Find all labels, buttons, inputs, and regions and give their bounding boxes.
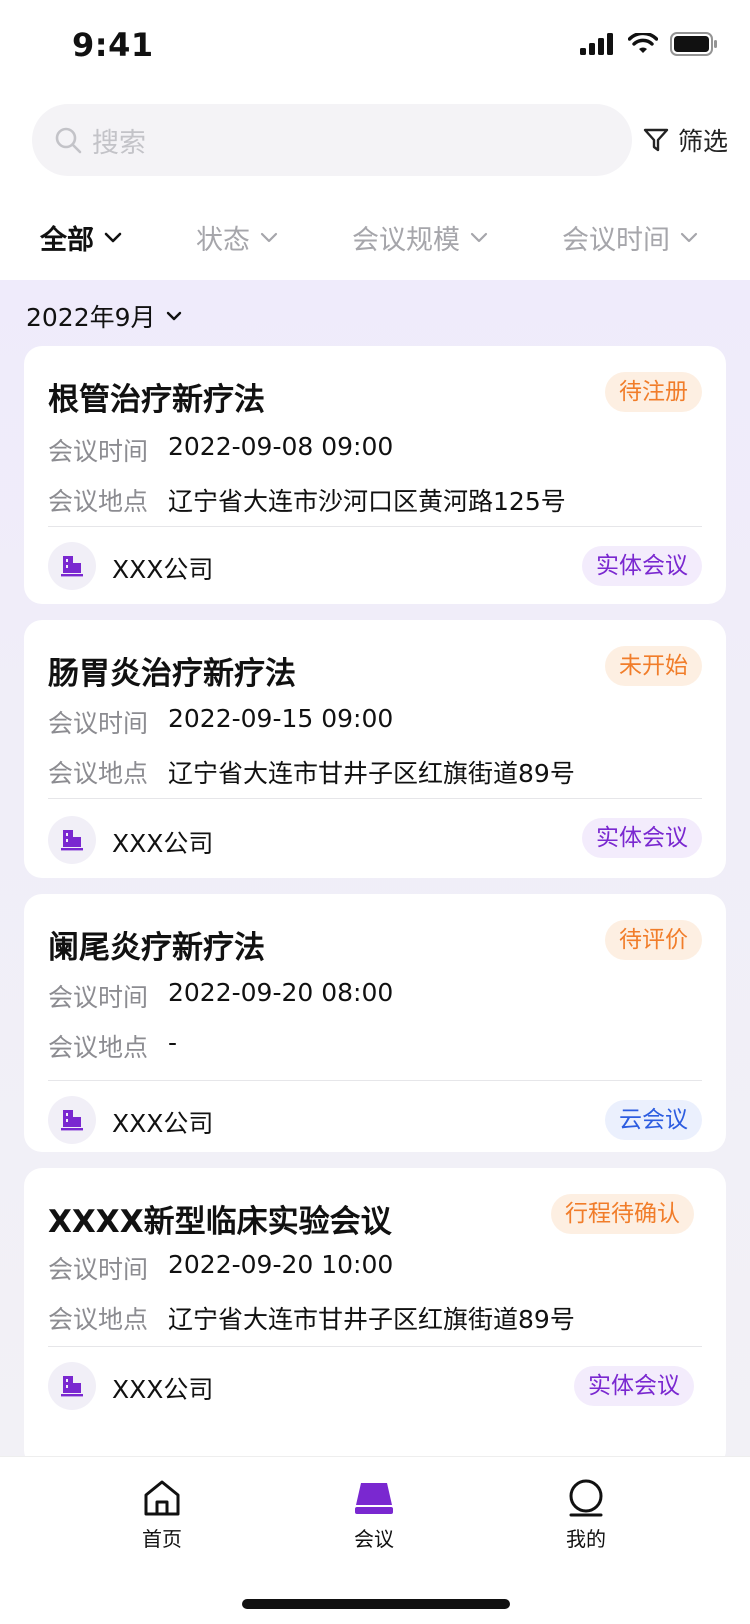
filter-label: 筛选 xyxy=(678,127,729,156)
meeting-time-key: 会议时间 xyxy=(48,1255,149,1284)
battery-icon xyxy=(670,32,717,56)
meeting-card[interactable]: 阑尾炎疗新疗法 待评价 会议时间 2022-09-20 08:00 会议地点 -… xyxy=(24,894,726,1152)
meeting-card[interactable]: 根管治疗新疗法 待注册 会议时间 2022-09-08 09:00 会议地点 辽… xyxy=(24,346,726,604)
nav-label: 首页 xyxy=(142,1527,182,1551)
org-avatar xyxy=(48,1096,96,1144)
tab-label: 会议时间 xyxy=(562,225,670,256)
chevron-down-icon xyxy=(470,232,488,242)
divider xyxy=(48,1080,702,1081)
chevron-down-icon xyxy=(104,232,122,242)
chevron-down-icon xyxy=(166,311,181,320)
meeting-title: 肠胃炎治疗新疗法 xyxy=(48,656,296,692)
meeting-place-key: 会议地点 xyxy=(48,759,149,788)
meeting-time-key: 会议时间 xyxy=(48,709,149,738)
meeting-time-value: 2022-09-20 08:00 xyxy=(168,978,394,1007)
meeting-list-area[interactable]: 2022年9月 根管治疗新疗法 待注册 会议时间 2022-09-08 09:0… xyxy=(0,280,750,1456)
meeting-place-value: - xyxy=(168,1028,178,1057)
search-input[interactable]: 搜索 xyxy=(32,104,632,176)
tab-label: 全部 xyxy=(40,225,94,256)
meeting-time-key: 会议时间 xyxy=(48,983,149,1012)
nav-item-meeting[interactable]: 会议 xyxy=(314,1479,434,1552)
meeting-place-value: 辽宁省大连市甘井子区红旗街道89号 xyxy=(168,759,575,788)
meeting-card[interactable]: XXXX新型临床实验会议 行程待确认 会议时间 2022-09-20 10:00… xyxy=(24,1168,726,1456)
meeting-time-value: 2022-09-08 09:00 xyxy=(168,432,394,461)
chevron-down-icon xyxy=(680,232,698,242)
org-name: XXX公司 xyxy=(112,829,214,858)
nav-item-profile[interactable]: 我的 xyxy=(526,1479,646,1552)
nav-label: 会议 xyxy=(354,1527,394,1551)
meeting-time-row: 会议时间 2022-09-20 08:00 xyxy=(48,978,393,1014)
meeting-time-value: 2022-09-15 09:00 xyxy=(168,704,394,733)
meeting-time-row: 会议时间 2022-09-15 09:00 xyxy=(48,704,393,740)
filter-tabs: 全部 状态 会议规模 会议时间 xyxy=(0,190,750,280)
nav-label: 我的 xyxy=(566,1527,606,1551)
tab-meeting-time[interactable]: 会议时间 xyxy=(562,218,698,257)
profile-icon xyxy=(569,1479,603,1517)
wifi-icon xyxy=(628,33,658,53)
org-name: XXX公司 xyxy=(112,1375,214,1404)
meeting-place-key: 会议地点 xyxy=(48,1033,149,1062)
month-label: 2022年9月 xyxy=(26,303,156,332)
filter-button[interactable]: 筛选 xyxy=(642,122,728,158)
building-icon xyxy=(61,830,83,851)
status-icons xyxy=(580,32,718,56)
meeting-time-key: 会议时间 xyxy=(48,437,149,466)
cellular-signal-icon xyxy=(580,33,613,55)
org-name: XXX公司 xyxy=(112,555,214,584)
tab-meeting-scale[interactable]: 会议规模 xyxy=(352,218,488,257)
org-avatar xyxy=(48,1362,96,1410)
meeting-place-key: 会议地点 xyxy=(48,487,149,516)
meeting-type-badge: 云会议 xyxy=(605,1100,702,1140)
meeting-card[interactable]: 肠胃炎治疗新疗法 未开始 会议时间 2022-09-15 09:00 会议地点 … xyxy=(24,620,726,878)
building-icon xyxy=(61,556,83,577)
search-placeholder: 搜索 xyxy=(92,127,146,159)
meeting-place-key: 会议地点 xyxy=(48,1305,149,1334)
meeting-place-row: 会议地点 辽宁省大连市甘井子区红旗街道89号 xyxy=(48,754,575,790)
status-time: 9:41 xyxy=(72,26,154,64)
tab-status[interactable]: 状态 xyxy=(196,218,278,257)
filter-icon xyxy=(643,128,669,152)
building-icon xyxy=(61,1110,83,1131)
divider xyxy=(48,526,702,527)
home-indicator[interactable] xyxy=(242,1599,510,1609)
org-avatar xyxy=(48,816,96,864)
chevron-down-icon xyxy=(260,232,278,242)
meeting-type-badge: 实体会议 xyxy=(574,1366,694,1406)
meeting-title: 阑尾炎疗新疗法 xyxy=(48,930,265,966)
meeting-type-badge: 实体会议 xyxy=(582,546,702,586)
meeting-place-value: 辽宁省大连市沙河口区黄河路125号 xyxy=(168,487,566,516)
meeting-place-row: 会议地点 辽宁省大连市甘井子区红旗街道89号 xyxy=(48,1300,575,1336)
meeting-type-badge: 实体会议 xyxy=(582,818,702,858)
divider xyxy=(48,798,702,799)
building-icon xyxy=(61,1376,83,1397)
meeting-time-row: 会议时间 2022-09-08 09:00 xyxy=(48,432,393,468)
search-row: 搜索 筛选 xyxy=(0,90,750,190)
status-badge: 待注册 xyxy=(605,372,702,412)
meeting-icon xyxy=(355,1483,393,1514)
month-picker[interactable]: 2022年9月 xyxy=(26,298,182,334)
meeting-title: XXXX新型临床实验会议 xyxy=(48,1204,392,1240)
meeting-place-value: 辽宁省大连市甘井子区红旗街道89号 xyxy=(168,1305,575,1334)
status-bar: 9:41 xyxy=(0,0,750,90)
bottom-nav: 首页 会议 我的 xyxy=(0,1456,750,1624)
search-icon xyxy=(55,127,82,154)
tab-all[interactable]: 全部 xyxy=(40,218,122,257)
status-badge: 未开始 xyxy=(605,646,702,686)
divider xyxy=(48,1346,702,1347)
status-badge: 行程待确认 xyxy=(551,1194,694,1234)
meeting-time-row: 会议时间 2022-09-20 10:00 xyxy=(48,1250,393,1286)
home-icon xyxy=(144,1480,180,1516)
tab-label: 会议规模 xyxy=(352,225,460,256)
nav-item-home[interactable]: 首页 xyxy=(102,1479,222,1552)
status-badge: 待评价 xyxy=(605,920,702,960)
tab-label: 状态 xyxy=(196,225,250,256)
meeting-place-row: 会议地点 - xyxy=(48,1028,177,1064)
meeting-time-value: 2022-09-20 10:00 xyxy=(168,1250,394,1279)
org-avatar xyxy=(48,542,96,590)
org-name: XXX公司 xyxy=(112,1109,214,1138)
meeting-title: 根管治疗新疗法 xyxy=(48,382,265,418)
meeting-place-row: 会议地点 辽宁省大连市沙河口区黄河路125号 xyxy=(48,482,566,518)
